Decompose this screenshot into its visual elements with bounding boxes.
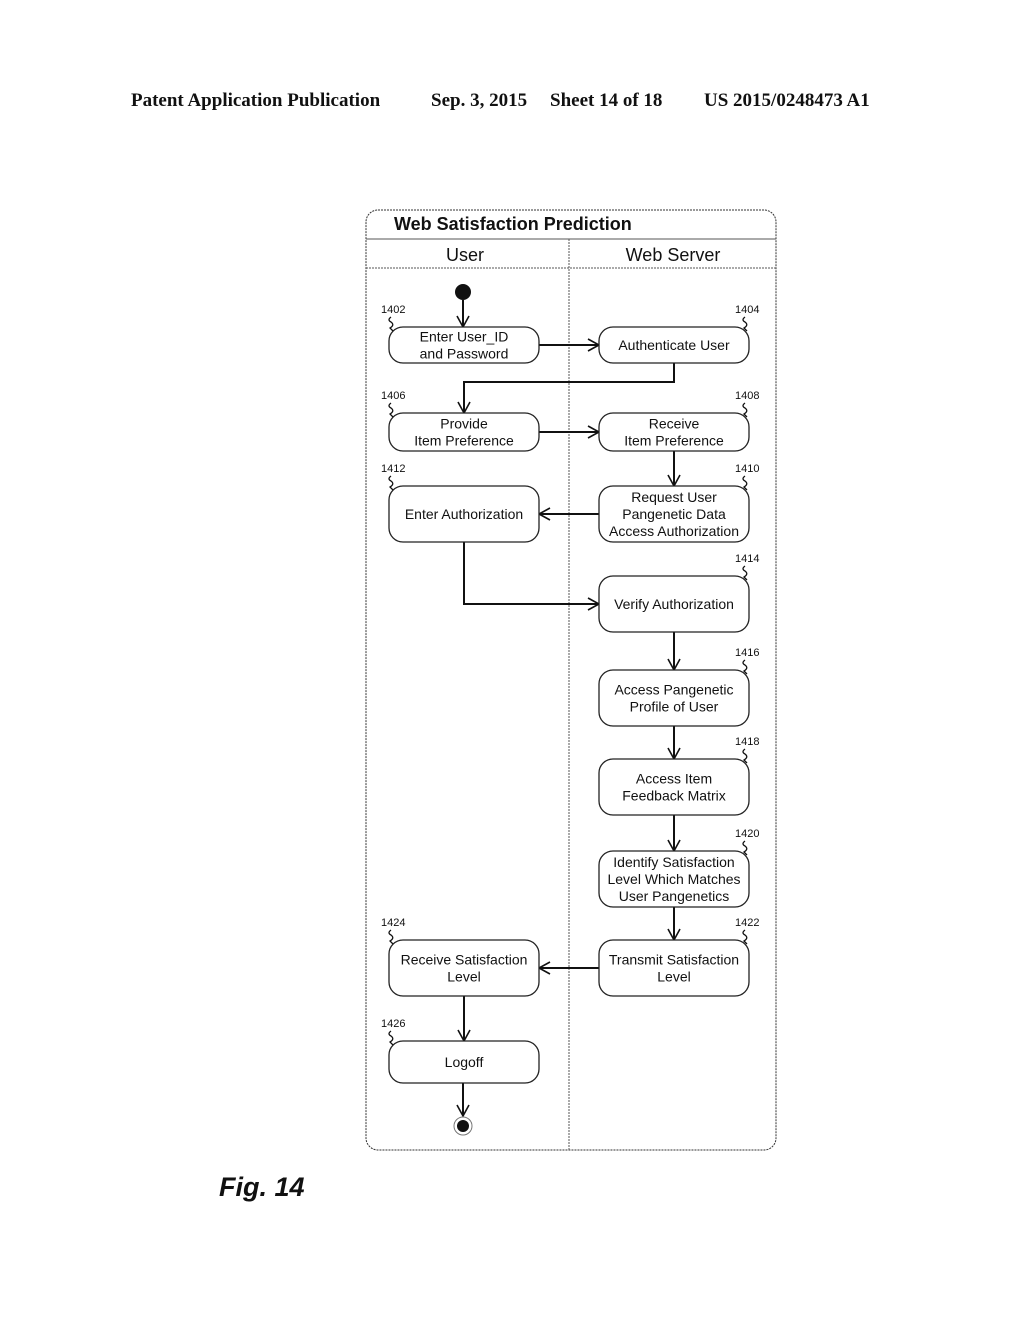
start-node [455, 284, 471, 300]
reference-numeral: 1426 [381, 1018, 405, 1030]
activity-node-1422: Transmit SatisfactionLevel 1422 [598, 917, 759, 997]
node-label-line: Access Item [636, 771, 712, 787]
node-label-line: Item Preference [624, 433, 724, 449]
node-label-line: Transmit Satisfaction [609, 952, 739, 968]
node-label-line: Access Authorization [609, 523, 739, 539]
activity-node-1412: Enter Authorization 1412 [381, 463, 540, 543]
activity-node-1424: Receive SatisfactionLevel 1424 [381, 917, 540, 997]
reference-numeral: 1416 [735, 647, 759, 659]
node-label-line: Feedback Matrix [622, 788, 725, 804]
node-label-line: Receive [649, 416, 700, 432]
node-label-line: Access Pangenetic [614, 682, 733, 698]
node-label-line: Verify Authorization [614, 596, 734, 612]
reference-numeral: 1412 [381, 463, 405, 475]
leader-squiggle [388, 402, 394, 418]
leader-squiggle [742, 659, 748, 675]
reference-numeral: 1404 [735, 304, 759, 316]
node-label-line: Request User [631, 489, 717, 505]
leader-squiggle [742, 929, 748, 945]
lane-web-server-label: Web Server [626, 245, 721, 265]
activity-node-1426: Logoff 1426 [381, 1018, 540, 1084]
reference-numeral: 1414 [735, 553, 759, 565]
reference-numeral: 1408 [735, 390, 759, 402]
activity-node-1420: Identify SatisfactionLevel Which Matches… [598, 828, 759, 908]
leader-squiggle [742, 748, 748, 764]
leader-squiggle [388, 475, 394, 491]
node-label-line: Logoff [445, 1054, 484, 1070]
node-label-line: Identify Satisfaction [613, 854, 734, 870]
node-label-line: Level Which Matches [607, 871, 740, 887]
activity-node-1406: ProvideItem Preference 1406 [381, 390, 540, 452]
node-label-line: Item Preference [414, 433, 514, 449]
reference-numeral: 1418 [735, 736, 759, 748]
node-label-line: Provide [440, 416, 488, 432]
activity-node-1414: Verify Authorization 1414 [598, 553, 759, 633]
figure-label: Fig. 14 [219, 1172, 305, 1202]
activity-node-1410: Request UserPangenetic DataAccess Author… [598, 463, 759, 543]
leader-squiggle [388, 316, 394, 332]
node-label-line: Level [657, 969, 690, 985]
node-label-line: User Pangenetics [619, 888, 730, 904]
reference-numeral: 1402 [381, 304, 405, 316]
leader-squiggle [742, 565, 748, 581]
node-label-line: Enter Authorization [405, 506, 523, 522]
activity-node-1404: Authenticate User 1404 [598, 304, 759, 364]
reference-numeral: 1406 [381, 390, 405, 402]
leader-squiggle [742, 402, 748, 418]
reference-numeral: 1420 [735, 828, 759, 840]
nodes: Enter User_IDand Password 1402 Authenticat… [381, 304, 759, 1084]
leader-squiggle [742, 316, 748, 332]
activity-node-1418: Access ItemFeedback Matrix 1418 [598, 736, 759, 816]
reference-numeral: 1422 [735, 917, 759, 929]
node-label-line: Pangenetic Data [622, 506, 726, 522]
node-label-line: Receive Satisfaction [401, 952, 528, 968]
leader-squiggle [742, 840, 748, 856]
activity-node-1416: Access PangeneticProfile of User 1416 [598, 647, 759, 727]
leader-squiggle [742, 475, 748, 491]
reference-numeral: 1410 [735, 463, 759, 475]
leader-squiggle [388, 929, 394, 945]
node-label-line: Enter User_ID [420, 329, 509, 345]
activity-node-1408: ReceiveItem Preference 1408 [598, 390, 759, 452]
activity-diagram: Web Satisfaction Prediction User Web Ser… [365, 209, 777, 1151]
node-label-line: and Password [420, 346, 509, 362]
node-label-line: Authenticate User [618, 337, 730, 353]
diagram-title: Web Satisfaction Prediction [394, 214, 632, 234]
node-label-line: Profile of User [630, 699, 719, 715]
leader-squiggle [388, 1030, 394, 1046]
flow-arrow-1412-to-1414 [463, 542, 601, 611]
node-label-line: Level [447, 969, 480, 985]
lane-user-label: User [446, 245, 484, 265]
activity-node-1402: Enter User_IDand Password 1402 [381, 304, 540, 364]
end-node [457, 1120, 469, 1132]
reference-numeral: 1424 [381, 917, 405, 929]
